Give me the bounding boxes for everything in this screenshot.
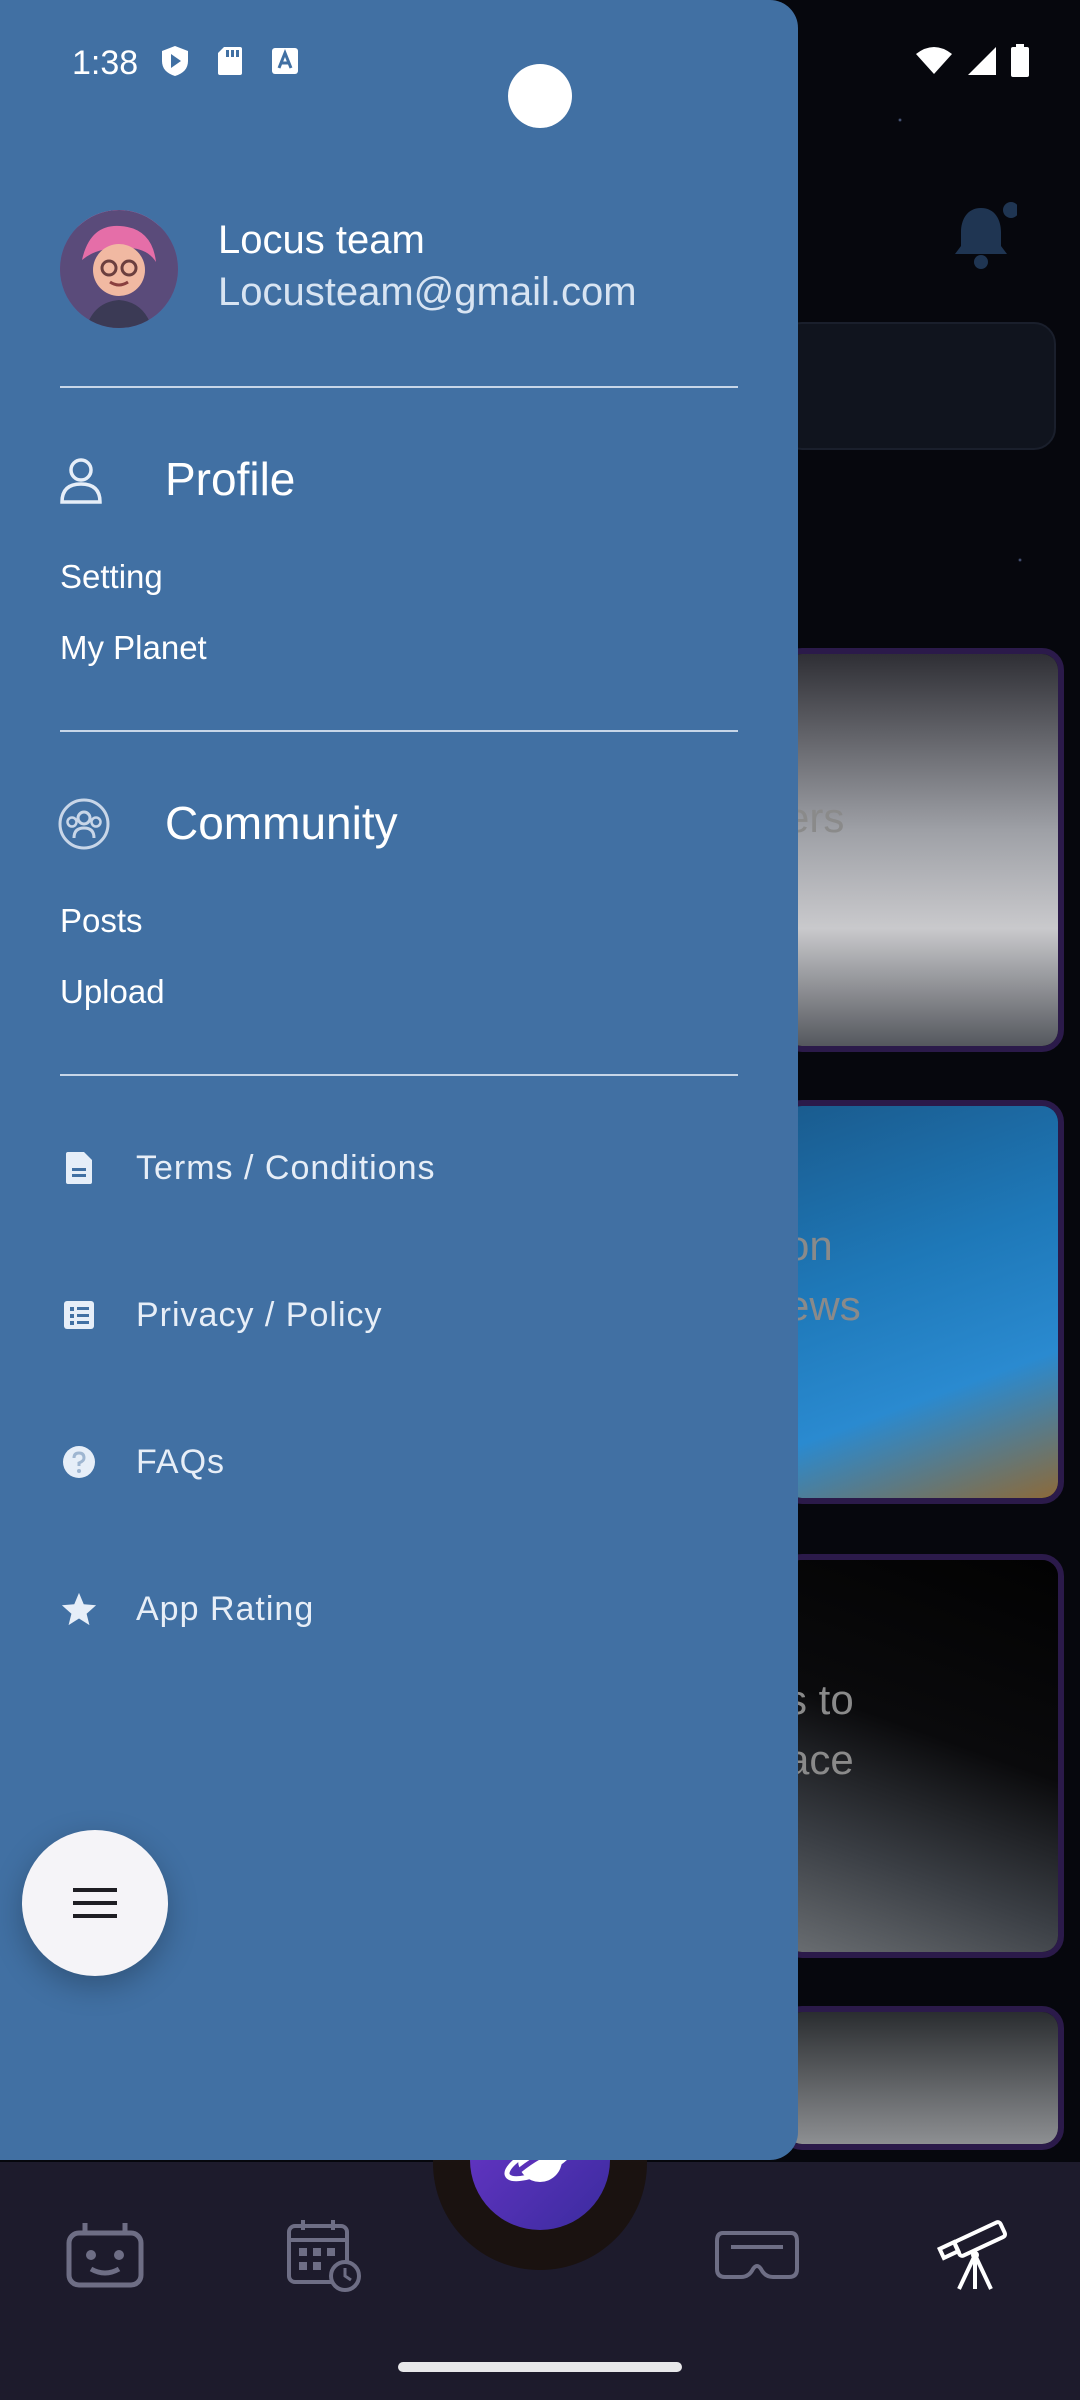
calendar-clock-icon[interactable] — [280, 2210, 370, 2300]
cellular-signal-icon — [968, 47, 996, 75]
card-image — [786, 654, 1058, 1046]
avatar[interactable] — [60, 210, 178, 328]
menu-item-app-rating[interactable]: App Rating — [60, 1579, 314, 1639]
home-indicator[interactable] — [398, 2362, 682, 2372]
menu-item-my-planet[interactable]: My Planet — [60, 629, 207, 667]
status-bar: 1:38 — [0, 30, 1080, 128]
sd-card-icon — [218, 47, 242, 75]
menu-toggle-button[interactable] — [22, 1830, 168, 1976]
menu-item-privacy[interactable]: Privacy / Policy — [60, 1285, 383, 1345]
user-name: Locus team — [218, 218, 425, 262]
menu-item-label: Terms / Conditions — [136, 1148, 436, 1187]
menu-item-terms[interactable]: Terms / Conditions — [60, 1138, 436, 1198]
list-document-icon — [60, 1296, 98, 1334]
menu-item-posts[interactable]: Posts — [60, 902, 143, 940]
search-input[interactable] — [780, 322, 1056, 450]
wifi-icon — [916, 47, 952, 74]
front-camera — [508, 64, 572, 128]
telescope-icon[interactable] — [930, 2210, 1020, 2300]
hamburger-menu-icon — [73, 1888, 117, 1918]
news-card[interactable]: s to ace — [780, 1554, 1064, 1958]
profile-person-icon — [58, 456, 104, 506]
news-card[interactable] — [780, 2006, 1064, 2150]
menu-item-setting[interactable]: Setting — [60, 558, 163, 596]
divider — [60, 730, 738, 732]
status-icons-right — [914, 44, 1030, 78]
navigation-drawer: Locus team Locusteam@gmail.com Profile S… — [0, 0, 798, 2160]
notification-bell-icon[interactable] — [945, 200, 1019, 272]
shield-play-icon — [162, 46, 188, 76]
menu-item-faqs[interactable]: FAQs — [60, 1432, 225, 1492]
document-icon — [60, 1149, 98, 1187]
card-image — [786, 2012, 1058, 2144]
battery-icon — [1011, 44, 1029, 77]
status-icons-left — [160, 44, 300, 78]
menu-item-label: App Rating — [136, 1589, 315, 1628]
vr-headset-icon[interactable] — [712, 2210, 802, 2300]
news-card[interactable]: on ews — [780, 1100, 1064, 1504]
community-people-icon — [58, 798, 110, 850]
robot-icon[interactable] — [60, 2210, 150, 2300]
section-title-profile[interactable]: Profile — [165, 452, 295, 506]
star-icon — [60, 1590, 98, 1628]
menu-item-upload[interactable]: Upload — [60, 973, 165, 1011]
divider — [60, 386, 738, 388]
font-a-icon — [272, 48, 298, 74]
news-card[interactable]: ers — [780, 648, 1064, 1052]
status-time: 1:38 — [72, 44, 139, 82]
section-title-community[interactable]: Community — [165, 796, 398, 850]
menu-item-label: Privacy / Policy — [136, 1295, 383, 1334]
divider — [60, 1074, 738, 1076]
user-email: Locusteam@gmail.com — [218, 270, 637, 314]
screen: ers on ews s to ace — [0, 0, 1080, 2400]
menu-item-label: FAQs — [136, 1442, 226, 1481]
help-circle-icon — [60, 1443, 98, 1481]
